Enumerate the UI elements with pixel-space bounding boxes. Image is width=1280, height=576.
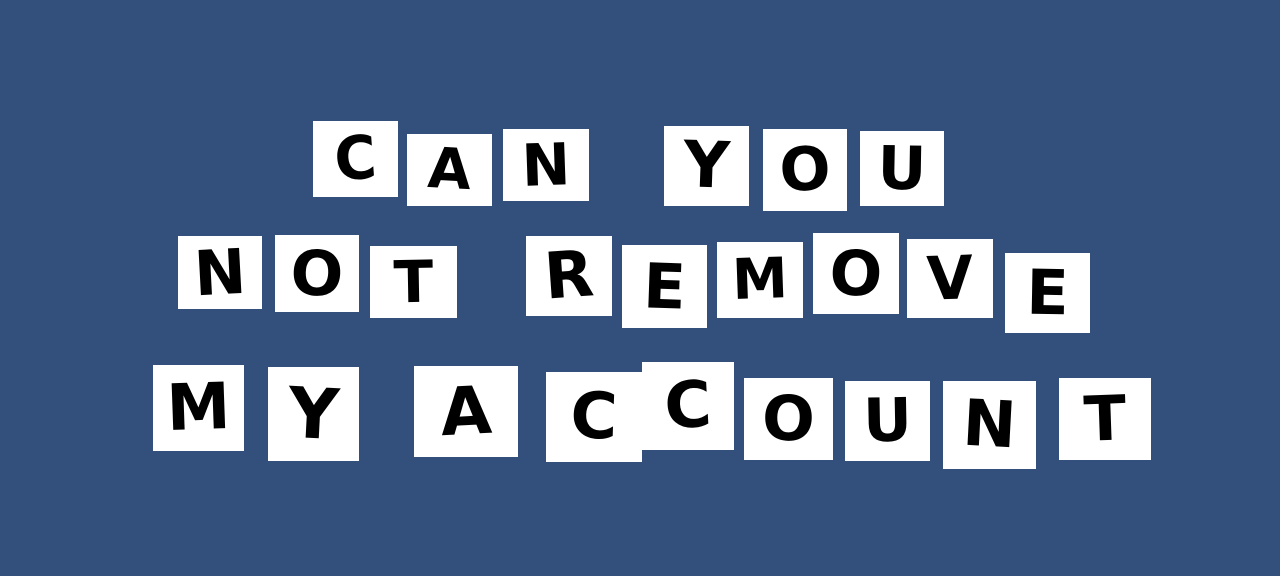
letter-tile: O bbox=[763, 129, 847, 211]
letter-glyph: T bbox=[1082, 381, 1128, 456]
letter-glyph: C bbox=[569, 379, 619, 455]
letter-glyph: O bbox=[289, 235, 345, 311]
letter-tile: A bbox=[407, 134, 492, 206]
letter-glyph: E bbox=[642, 248, 687, 324]
letter-glyph: M bbox=[165, 369, 232, 447]
letter-glyph: U bbox=[862, 385, 913, 457]
letter-glyph: Y bbox=[682, 128, 731, 204]
letter-tile: Y bbox=[664, 126, 749, 206]
letter-tile: U bbox=[860, 131, 944, 206]
letter-tile: N bbox=[943, 381, 1036, 469]
letter-tile: O bbox=[275, 235, 359, 312]
letter-glyph: R bbox=[541, 237, 597, 315]
letter-glyph: O bbox=[761, 381, 816, 456]
letter-tile: R bbox=[526, 236, 612, 316]
letter-tile: M bbox=[717, 242, 803, 318]
letter-glyph: N bbox=[192, 236, 248, 309]
letter-tile: O bbox=[813, 233, 899, 314]
letter-glyph: V bbox=[925, 242, 975, 315]
letter-glyph: C bbox=[662, 367, 714, 445]
ransom-note-banner: C A N Y O U N O T R E M O V E M Y A C C … bbox=[0, 0, 1280, 576]
letter-glyph: C bbox=[332, 122, 379, 196]
letter-glyph: N bbox=[960, 386, 1019, 464]
letter-tile: O bbox=[744, 378, 833, 460]
letter-tile: C bbox=[546, 372, 642, 462]
letter-tile: Y bbox=[268, 367, 359, 461]
letter-tile: M bbox=[153, 365, 244, 451]
letter-glyph: A bbox=[438, 371, 494, 451]
letter-glyph: O bbox=[777, 133, 833, 207]
letter-tile: A bbox=[414, 366, 518, 457]
letter-glyph: N bbox=[520, 130, 572, 200]
letter-tile: E bbox=[622, 245, 707, 328]
letter-tile: V bbox=[907, 239, 993, 318]
letter-tile: N bbox=[178, 236, 262, 309]
letter-tile: C bbox=[313, 121, 398, 197]
letter-tile: N bbox=[503, 129, 589, 201]
letter-glyph: O bbox=[827, 235, 885, 311]
letter-glyph: Y bbox=[286, 371, 341, 457]
letter-tile: C bbox=[642, 362, 734, 450]
letter-glyph: U bbox=[877, 133, 927, 204]
letter-glyph: T bbox=[393, 247, 434, 317]
letter-tile: T bbox=[370, 246, 457, 318]
letter-tile: E bbox=[1005, 253, 1090, 333]
letter-tile: T bbox=[1059, 378, 1151, 460]
letter-glyph: E bbox=[1025, 255, 1070, 330]
letter-glyph: A bbox=[426, 135, 473, 204]
letter-glyph: M bbox=[730, 246, 789, 313]
letter-tile: U bbox=[845, 381, 930, 461]
